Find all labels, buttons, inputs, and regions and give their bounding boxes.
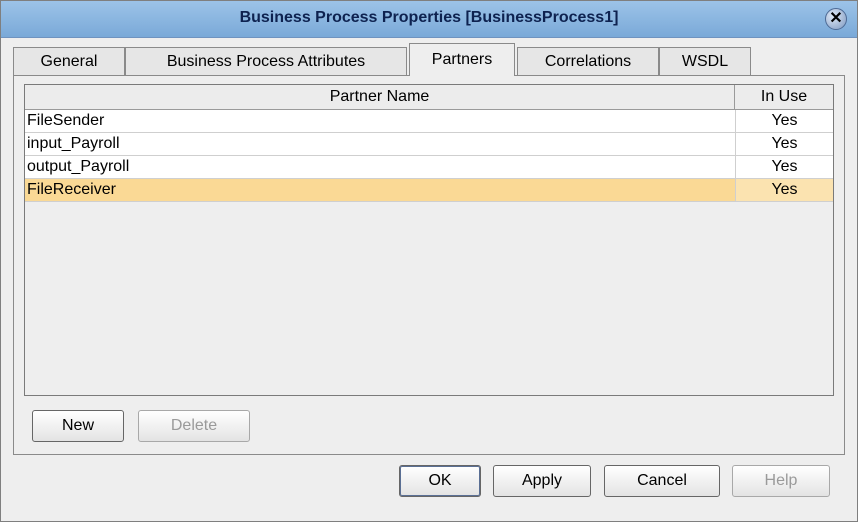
- partner-name-cell: FileReceiver: [27, 181, 116, 198]
- tab-correlations[interactable]: Correlations: [517, 47, 659, 75]
- close-icon[interactable]: ✕: [825, 8, 847, 30]
- apply-button[interactable]: Apply: [493, 465, 591, 497]
- new-button[interactable]: New: [32, 410, 124, 442]
- title-bar[interactable]: Business Process Properties [BusinessPro…: [1, 1, 857, 38]
- table-header: Partner Name In Use: [25, 85, 833, 110]
- column-header-partner-name[interactable]: Partner Name: [25, 85, 735, 109]
- in-use-cell: Yes: [735, 110, 833, 132]
- partner-name-cell: output_Payroll: [27, 158, 130, 175]
- in-use-cell: Yes: [735, 156, 833, 178]
- partners-panel: Partner Name In Use FileSender Yes input…: [13, 75, 845, 455]
- tab-business-process-attributes[interactable]: Business Process Attributes: [125, 47, 407, 75]
- table-row-selected[interactable]: FileReceiver Yes: [25, 179, 833, 202]
- in-use-cell: Yes: [735, 179, 833, 201]
- table-row[interactable]: input_Payroll Yes: [25, 133, 833, 156]
- table-row[interactable]: output_Payroll Yes: [25, 156, 833, 179]
- tab-wsdl[interactable]: WSDL: [659, 47, 751, 75]
- window-title: Business Process Properties [BusinessPro…: [239, 9, 619, 26]
- table-row[interactable]: FileSender Yes: [25, 110, 833, 133]
- cancel-button[interactable]: Cancel: [604, 465, 720, 497]
- partner-name-cell: input_Payroll: [27, 135, 120, 152]
- help-button[interactable]: Help: [732, 465, 830, 497]
- tab-general[interactable]: General: [13, 47, 125, 75]
- ok-button[interactable]: OK: [399, 465, 481, 497]
- partner-name-cell: FileSender: [27, 112, 105, 129]
- partners-table: Partner Name In Use FileSender Yes input…: [24, 84, 834, 396]
- tab-partners[interactable]: Partners: [409, 43, 515, 76]
- in-use-cell: Yes: [735, 133, 833, 155]
- column-header-in-use[interactable]: In Use: [735, 85, 833, 109]
- properties-dialog: Business Process Properties [BusinessPro…: [0, 0, 858, 522]
- delete-button[interactable]: Delete: [138, 410, 250, 442]
